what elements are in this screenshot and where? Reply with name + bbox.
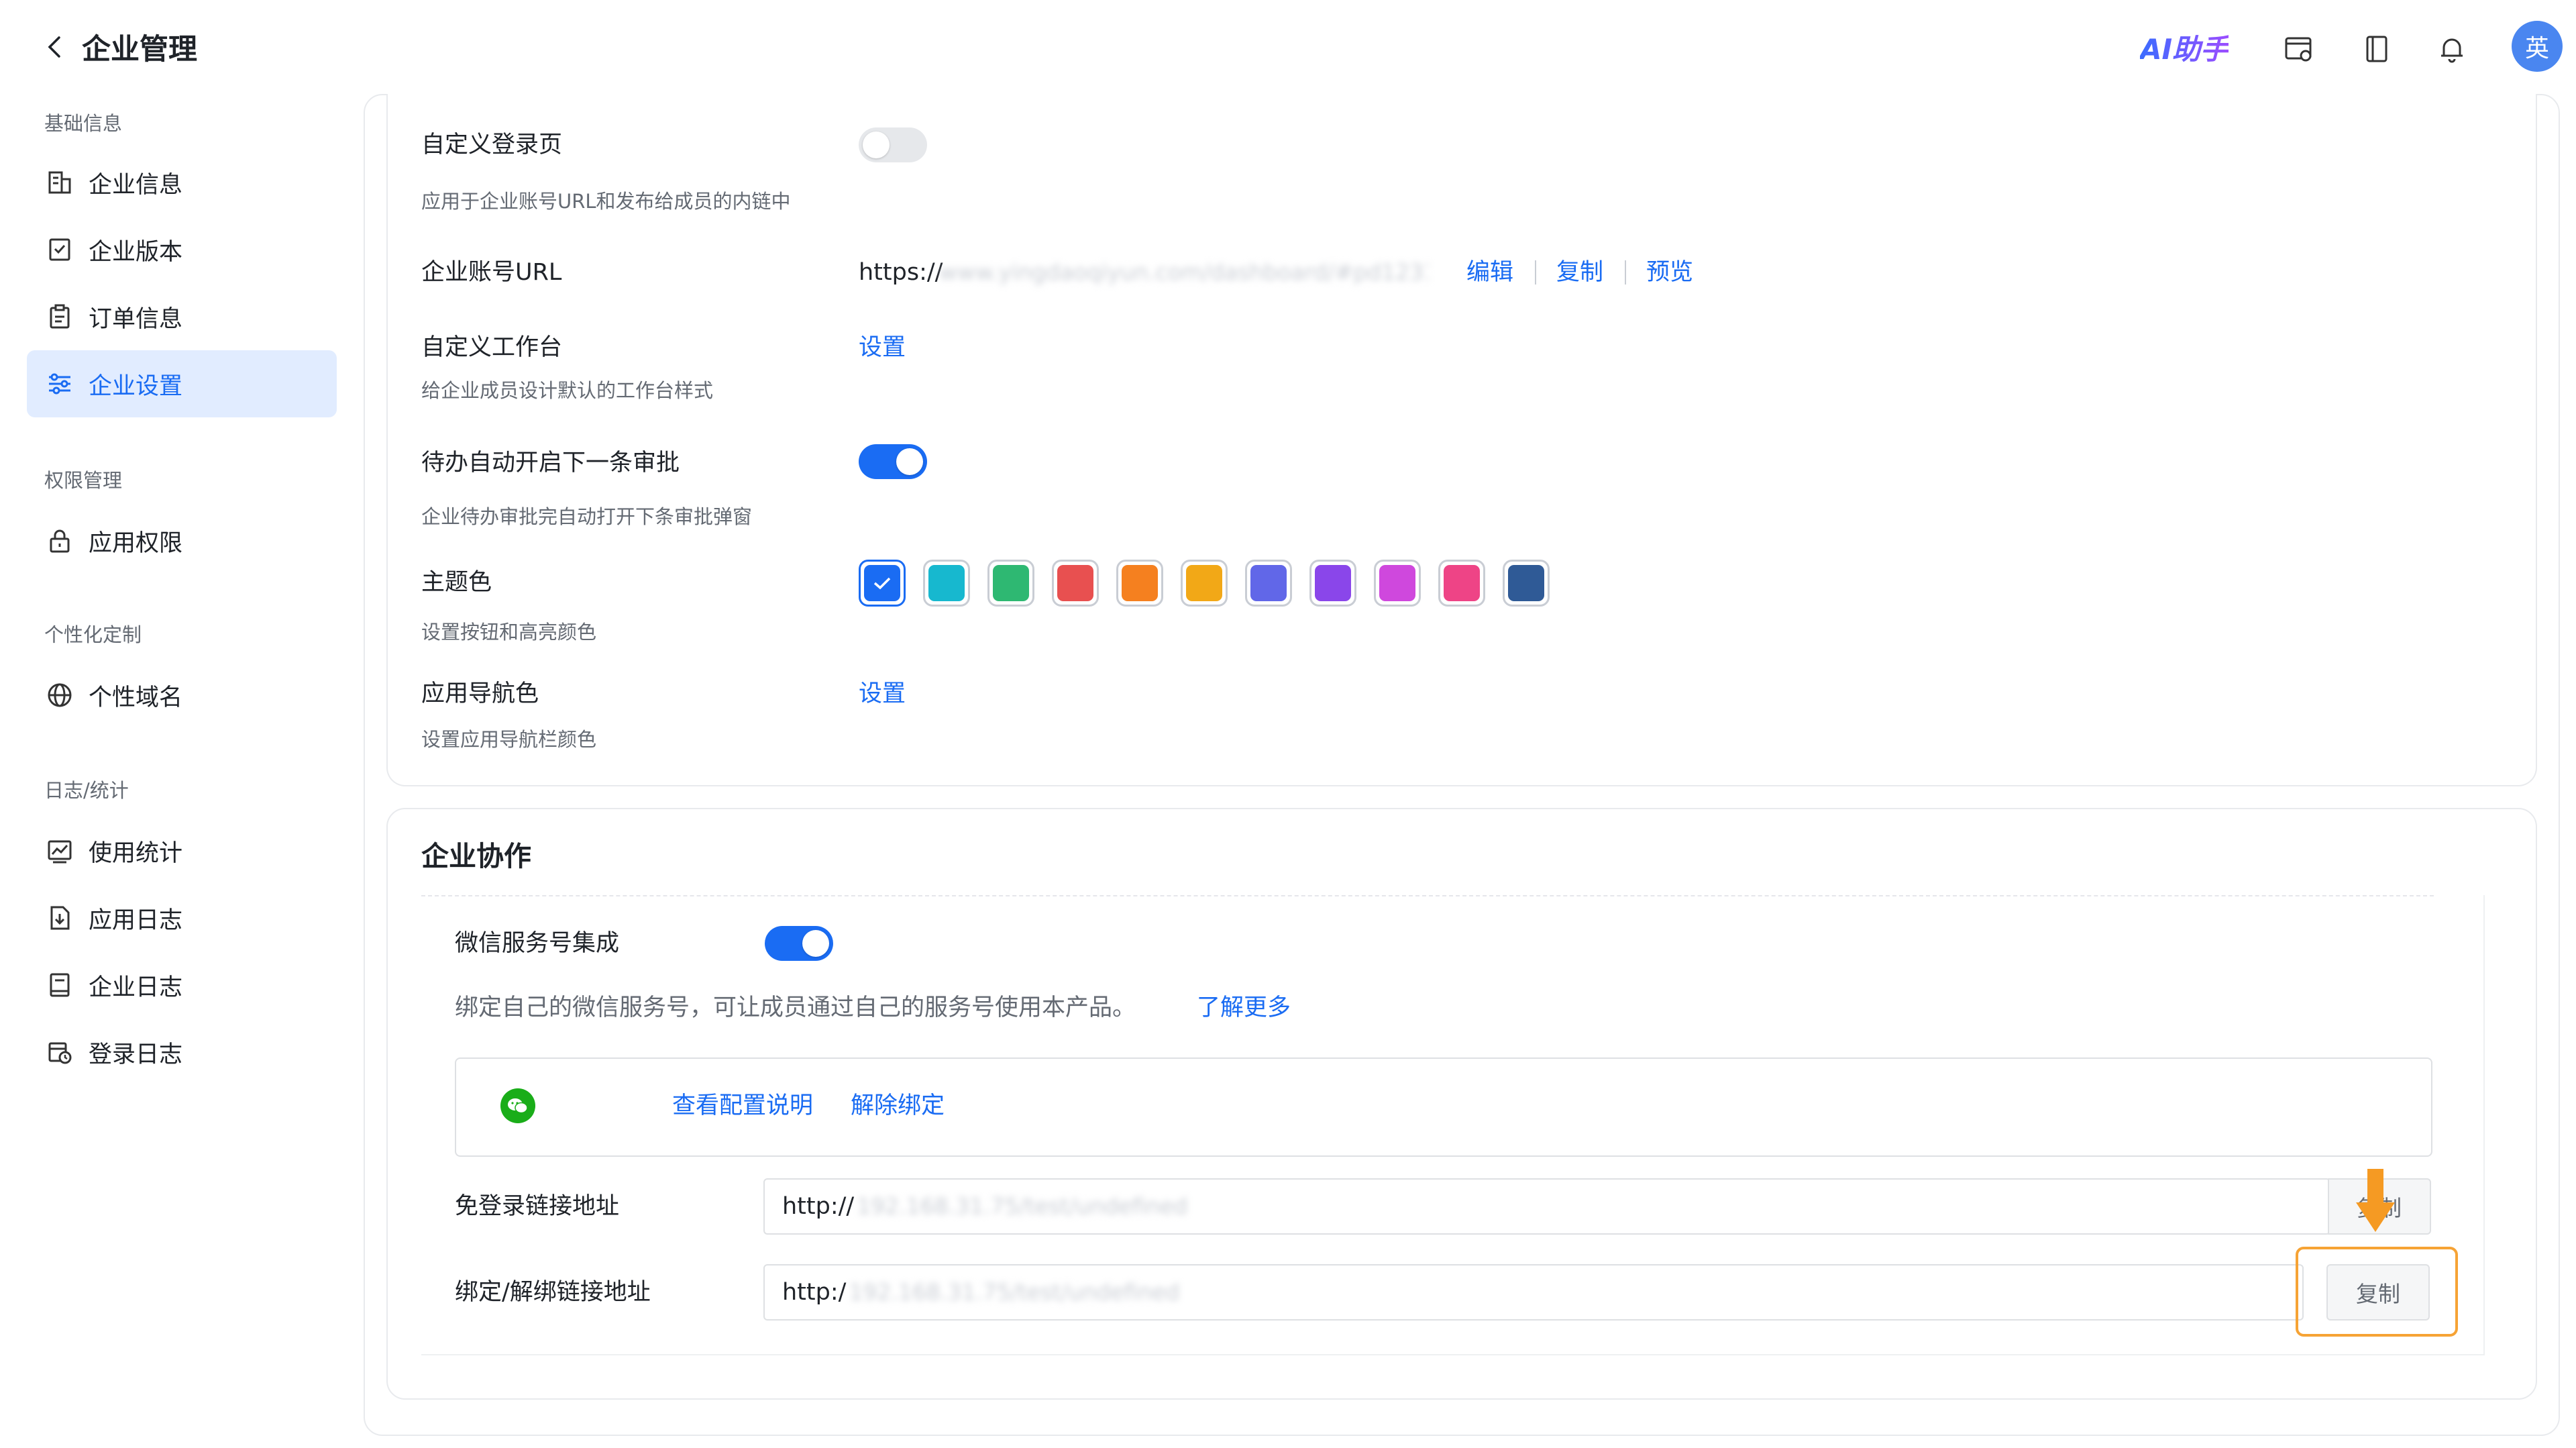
theme-color-swatch[interactable] — [1052, 560, 1099, 607]
account-url-prefix: https:// — [859, 259, 943, 286]
download-doc-icon — [44, 902, 75, 933]
divider — [1625, 260, 1626, 285]
edit-url-link[interactable]: 编辑 — [1466, 256, 1513, 289]
sidebar-item-enterprise-version[interactable]: 企业版本 — [27, 216, 337, 283]
browser-settings-icon[interactable] — [2282, 32, 2316, 66]
account-url-blurred: www.yingdaoqiyun.com/dashboard/#pd123123 — [939, 259, 1429, 285]
sidebar-item-label: 使用统计 — [89, 839, 183, 867]
settings-sliders-icon — [44, 368, 75, 399]
version-icon — [44, 234, 75, 265]
sidebar-item-label: 登录日志 — [89, 1041, 183, 1068]
globe-icon — [44, 680, 75, 711]
theme-color-swatch[interactable] — [1116, 560, 1163, 607]
custom-login-label: 自定义登录页 — [421, 132, 563, 158]
theme-color-swatch[interactable] — [1245, 560, 1292, 607]
theme-color-swatch[interactable] — [859, 560, 906, 607]
unbind-link[interactable]: 解除绑定 — [851, 1090, 945, 1122]
sidebar-item-enterprise-logs[interactable]: 企业日志 — [27, 951, 337, 1019]
nav-color-desc: 设置应用导航栏颜色 — [421, 728, 597, 751]
chevron-left-icon[interactable] — [42, 34, 68, 60]
nav-color-set-link[interactable]: 设置 — [859, 678, 906, 710]
custom-workbench-desc: 给企业成员设计默认的工作台样式 — [421, 379, 714, 402]
nav-color-label: 应用导航色 — [421, 680, 539, 707]
learn-more-link[interactable]: 了解更多 — [1197, 992, 1291, 1024]
auto-next-approval-toggle[interactable] — [859, 444, 927, 479]
theme-color-swatch[interactable] — [1438, 560, 1485, 607]
login-free-link-prefix: http:// — [782, 1193, 855, 1220]
collaboration-title: 企业协作 — [421, 840, 531, 872]
auto-next-approval-desc: 企业待办审批完自动打开下条审批弹窗 — [421, 505, 753, 528]
sidebar-group-title: 基础信息 — [44, 112, 123, 135]
preview-url-link[interactable]: 预览 — [1646, 256, 1693, 289]
login-free-link-blurred: 192.168.31.75/test/undefined — [857, 1193, 1188, 1219]
bind-link-label: 绑定/解绑链接地址 — [455, 1279, 651, 1306]
checkmark-icon — [864, 565, 900, 601]
sidebar-item-order-info[interactable]: 订单信息 — [27, 283, 337, 350]
sidebar-item-app-permissions[interactable]: 应用权限 — [27, 507, 337, 574]
sidebar-item-label: 企业信息 — [89, 171, 183, 199]
arrow-down-icon — [2355, 1169, 2396, 1233]
theme-color-label: 主题色 — [421, 569, 492, 596]
sidebar-item-enterprise-info[interactable]: 企业信息 — [27, 149, 337, 216]
login-free-link-field[interactable]: http:// 192.168.31.75/test/undefined — [763, 1178, 2330, 1235]
sidebar-group-title: 权限管理 — [44, 469, 123, 492]
custom-workbench-set-link[interactable]: 设置 — [859, 331, 906, 364]
copy-url-link[interactable]: 复制 — [1556, 256, 1603, 289]
sidebar-item-label: 企业版本 — [89, 238, 183, 266]
book-icon[interactable] — [2360, 32, 2394, 66]
bind-link-blurred: 192.168.31.75/test/undefined — [849, 1279, 1180, 1305]
divider — [1535, 260, 1536, 285]
sidebar-item-label: 个性域名 — [89, 684, 183, 711]
theme-color-swatch[interactable] — [1503, 560, 1550, 607]
custom-workbench-label: 自定义工作台 — [421, 334, 563, 361]
copy-button-highlight — [2296, 1247, 2458, 1337]
sidebar-item-label: 应用权限 — [89, 529, 183, 557]
login-free-link-label: 免登录链接地址 — [455, 1193, 620, 1220]
wechat-service-toggle[interactable] — [765, 926, 833, 961]
divider — [421, 895, 2434, 896]
wechat-service-label: 微信服务号集成 — [455, 930, 620, 957]
custom-login-toggle[interactable] — [859, 127, 927, 162]
account-url-label: 企业账号URL — [421, 259, 562, 286]
wechat-service-desc: 绑定自己的微信服务号，可让成员通过自己的服务号使用本产品。 — [455, 994, 1136, 1021]
sidebar-item-usage-stats[interactable]: 使用统计 — [27, 817, 337, 884]
calendar-clock-icon — [44, 1037, 75, 1068]
ai-helper-button[interactable]: AI助手 — [2140, 30, 2229, 70]
sidebar-item-label: 企业设置 — [89, 372, 183, 400]
auto-next-approval-label: 待办自动开启下一条审批 — [421, 450, 680, 476]
sidebar-group-title: 个性化定制 — [44, 623, 142, 646]
bell-icon[interactable] — [2435, 32, 2469, 66]
sidebar-item-label: 应用日志 — [89, 907, 183, 934]
sidebar-group-title: 日志/统计 — [44, 779, 129, 802]
bind-link-prefix: http:/ — [782, 1279, 847, 1306]
theme-color-swatch[interactable] — [987, 560, 1034, 607]
sidebar-item-enterprise-settings[interactable]: 企业设置 — [27, 350, 337, 417]
clipboard-icon — [44, 301, 75, 332]
sidebar-item-app-logs[interactable]: 应用日志 — [27, 884, 337, 951]
theme-color-swatch[interactable] — [923, 560, 970, 607]
document-icon — [44, 970, 75, 1000]
sidebar-item-label: 订单信息 — [89, 305, 183, 333]
theme-color-desc: 设置按钮和高亮颜色 — [421, 621, 597, 643]
sidebar-item-label: 企业日志 — [89, 974, 183, 1001]
avatar[interactable]: 英 — [2512, 21, 2563, 72]
bind-link-field[interactable]: http:/ 192.168.31.75/test/undefined — [763, 1264, 2304, 1321]
building-icon — [44, 167, 75, 198]
chart-icon — [44, 835, 75, 866]
lock-icon — [44, 525, 75, 556]
sidebar-item-login-logs[interactable]: 登录日志 — [27, 1019, 337, 1086]
theme-color-swatch[interactable] — [1181, 560, 1228, 607]
theme-color-swatch[interactable] — [1374, 560, 1421, 607]
page-title: 企业管理 — [82, 33, 197, 66]
sidebar-item-custom-domain[interactable]: 个性域名 — [27, 662, 337, 729]
custom-login-desc: 应用于企业账号URL和发布给成员的内链中 — [421, 190, 791, 213]
wechat-icon — [500, 1088, 535, 1123]
view-config-link[interactable]: 查看配置说明 — [672, 1090, 813, 1122]
theme-color-swatch[interactable] — [1309, 560, 1356, 607]
